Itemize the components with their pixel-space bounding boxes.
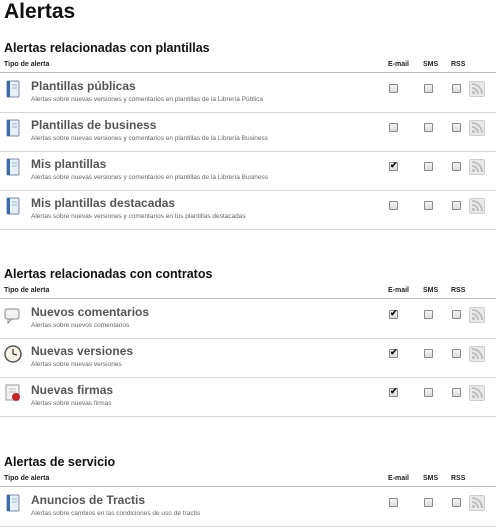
section-title: Alertas relacionadas con contratos xyxy=(4,267,213,281)
alert-name: Mis plantillas destacadas xyxy=(31,196,176,210)
col-sms: SMS xyxy=(423,287,439,294)
section-title: Alertas de servicio xyxy=(4,455,116,469)
alert-name: Nuevas firmas xyxy=(31,383,114,397)
email-checkbox[interactable]: ✔ xyxy=(389,387,398,397)
sms-checkbox[interactable] xyxy=(424,123,433,132)
rss-icon[interactable] xyxy=(469,495,485,511)
rss-checkbox[interactable] xyxy=(452,498,461,507)
alert-description: Alertas sobre nuevas versiones y comenta… xyxy=(31,213,246,220)
rss-checkbox[interactable] xyxy=(452,84,461,93)
alert-name: Nuevas versiones xyxy=(31,344,134,358)
rss-checkbox[interactable] xyxy=(452,201,461,210)
table-header: Tipo de alerta E-mail SMS RSS xyxy=(0,59,496,72)
alert-description: Alertas sobre nuevas firmas xyxy=(31,400,112,407)
alert-row: Plantillas de business Alertas sobre nue… xyxy=(0,112,496,152)
book-icon xyxy=(4,80,22,98)
sms-checkbox[interactable] xyxy=(424,498,433,507)
rss-icon[interactable] xyxy=(469,159,485,175)
col-type: Tipo de alerta xyxy=(4,475,50,482)
email-checkbox[interactable]: ✔ xyxy=(389,309,398,319)
alert-row: Plantillas públicas Alertas sobre nuevas… xyxy=(0,73,496,113)
col-sms: SMS xyxy=(423,61,439,68)
alert-description: Alertas sobre nuevas versiones xyxy=(31,361,122,368)
alert-name: Plantillas públicas xyxy=(31,79,136,93)
col-email: E-mail xyxy=(388,287,410,294)
email-checkbox[interactable] xyxy=(389,498,398,507)
col-type: Tipo de alerta xyxy=(4,61,50,68)
sms-checkbox[interactable] xyxy=(424,310,433,319)
table-header: Tipo de alerta E-mail SMS RSS xyxy=(0,285,496,298)
rss-icon[interactable] xyxy=(469,385,485,401)
alert-name: Anuncios de Tractis xyxy=(31,493,146,507)
col-rss: RSS xyxy=(451,287,466,294)
book-icon xyxy=(4,119,22,137)
alert-row: Mis plantillas destacadas Alertas sobre … xyxy=(0,190,496,230)
seal-icon xyxy=(4,384,22,402)
rss-checkbox[interactable] xyxy=(452,123,461,132)
alert-row: Nuevas firmas Alertas sobre nuevas firma… xyxy=(0,377,496,417)
alert-name: Plantillas de business xyxy=(31,118,157,132)
alert-row: Anuncios de Tractis Alertas sobre cambio… xyxy=(0,487,496,527)
alert-name: Nuevos comentarios xyxy=(31,305,150,319)
email-checkbox[interactable] xyxy=(389,201,398,210)
rss-checkbox[interactable] xyxy=(452,388,461,397)
alert-description: Alertas sobre cambios en las condiciones… xyxy=(31,510,201,517)
rss-icon[interactable] xyxy=(469,120,485,136)
col-sms: SMS xyxy=(423,475,439,482)
sms-checkbox[interactable] xyxy=(424,349,433,358)
alert-description: Alertas sobre nuevos comentarios xyxy=(31,322,130,329)
comment-icon xyxy=(4,306,22,325)
rss-checkbox[interactable] xyxy=(452,162,461,171)
sms-checkbox[interactable] xyxy=(424,201,433,210)
email-checkbox[interactable] xyxy=(389,123,398,132)
rss-icon[interactable] xyxy=(469,81,485,97)
col-rss: RSS xyxy=(451,475,466,482)
sms-checkbox[interactable] xyxy=(424,84,433,93)
rss-checkbox[interactable] xyxy=(452,349,461,358)
alert-name: Mis plantillas xyxy=(31,157,107,171)
email-checkbox[interactable] xyxy=(389,84,398,93)
col-rss: RSS xyxy=(451,61,466,68)
book-icon xyxy=(4,197,22,215)
col-email: E-mail xyxy=(388,61,410,68)
alert-row: Nuevas versiones Alertas sobre nuevas ve… xyxy=(0,338,496,378)
alert-row: Mis plantillas Alertas sobre nuevas vers… xyxy=(0,151,496,191)
book-icon xyxy=(4,494,22,512)
sms-checkbox[interactable] xyxy=(424,162,433,171)
section-title: Alertas relacionadas con plantillas xyxy=(4,41,210,55)
sms-checkbox[interactable] xyxy=(424,388,433,397)
rss-icon[interactable] xyxy=(469,198,485,214)
rss-checkbox[interactable] xyxy=(452,310,461,319)
alert-row: Nuevos comentarios Alertas sobre nuevos … xyxy=(0,299,496,339)
page-title: Alertas xyxy=(4,0,76,23)
col-type: Tipo de alerta xyxy=(4,287,50,294)
rss-icon[interactable] xyxy=(469,346,485,362)
email-checkbox[interactable]: ✔ xyxy=(389,348,398,358)
alert-description: Alertas sobre nuevas versiones y comenta… xyxy=(31,96,263,103)
col-email: E-mail xyxy=(388,475,410,482)
book-icon xyxy=(4,158,22,176)
alert-description: Alertas sobre nuevas versiones y comenta… xyxy=(31,174,269,181)
table-header: Tipo de alerta E-mail SMS RSS xyxy=(0,473,496,486)
rss-icon[interactable] xyxy=(469,307,485,323)
clock-icon xyxy=(4,345,22,363)
email-checkbox[interactable]: ✔ xyxy=(389,161,398,171)
alert-description: Alertas sobre nuevas versiones y comenta… xyxy=(31,135,269,142)
